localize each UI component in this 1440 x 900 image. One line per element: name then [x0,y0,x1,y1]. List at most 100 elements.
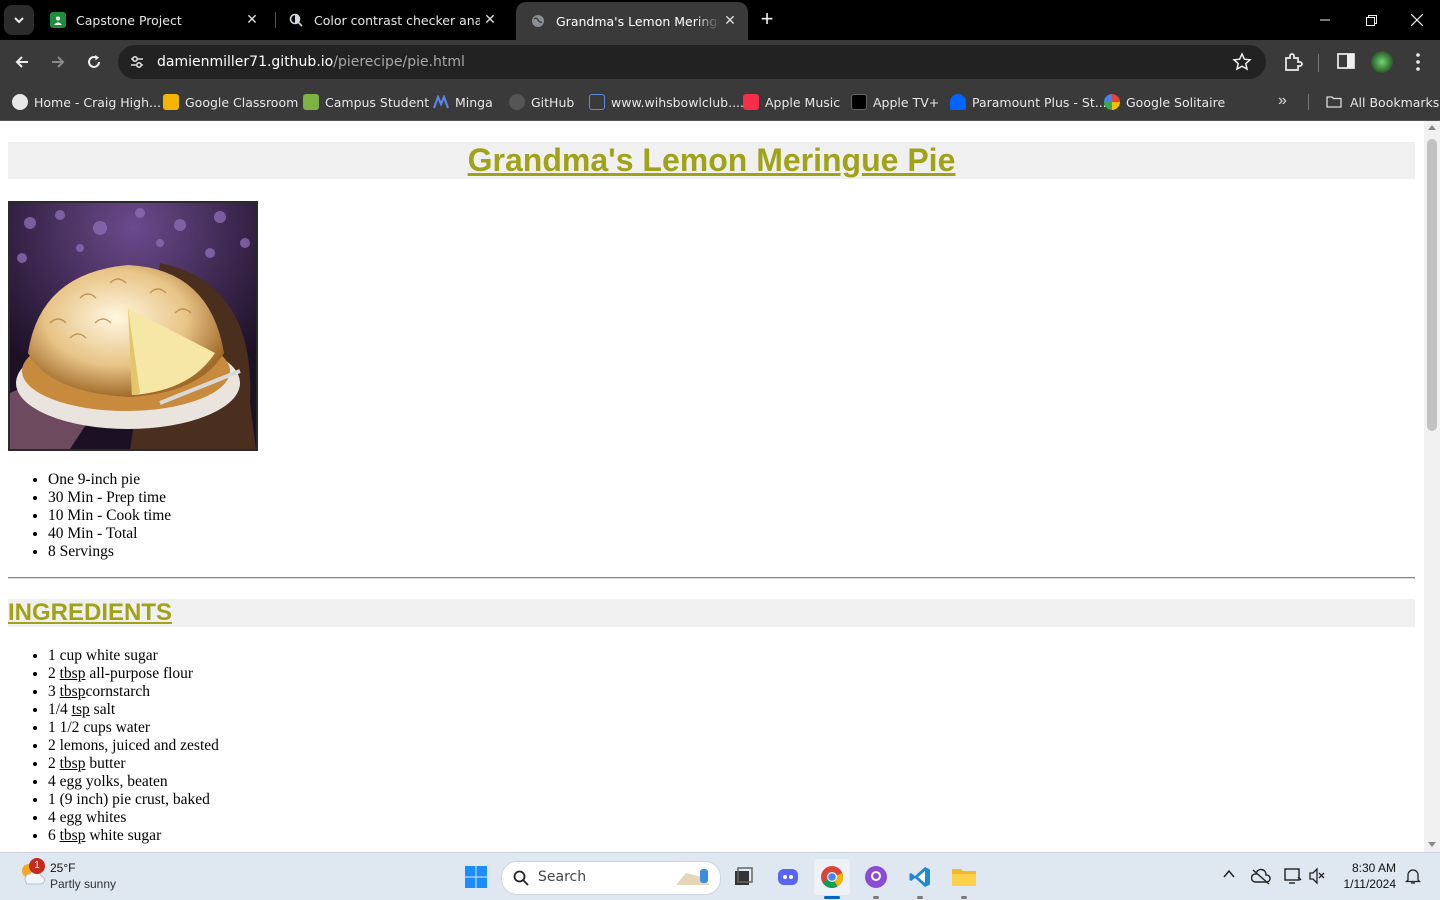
bookmark-label: Paramount Plus - St... [972,94,1107,110]
list-item: 1 (9 inch) pie crust, baked [48,791,219,809]
scroll-down-icon[interactable] [1428,842,1436,847]
volume-muted-icon[interactable] [1308,867,1326,885]
menu-kebab-icon[interactable] [1408,51,1428,73]
ingredient-text: cup white sugar [59,647,158,664]
taskbar-search[interactable]: Search [501,861,721,895]
taskbar-chrome[interactable] [814,859,850,899]
task-view-button[interactable] [725,859,761,895]
bookmark-google-solitaire[interactable]: Google Solitaire [1104,92,1225,112]
weather-temp: 25°F [50,861,76,875]
list-item: 2 tbsp all-purpose flour [48,665,219,683]
contrast-checker-icon [288,12,304,28]
bookmark-label: Minga [455,94,493,110]
ingredients-list: 1 cup white sugar 2 tbsp all-purpose flo… [8,647,219,845]
list-item: 8 Servings [48,543,171,561]
ingredients-banner: INGREDIENTS [8,599,1415,627]
taskbar-vscode[interactable] [902,859,938,899]
bookmark-label: Google Classroom [185,94,299,110]
url-path: /pierecipe/pie.html [333,54,465,70]
tab-lemon-meringue-pie[interactable]: Grandma's Lemon Meringue Pie ✕ [516,2,748,40]
restore-icon [1365,14,1377,26]
taskbar-file-explorer[interactable] [946,859,982,899]
reload-icon [88,55,100,68]
bookmark-label: Campus Student [325,94,430,110]
running-indicator [917,896,923,899]
back-button[interactable] [9,49,35,75]
ingredient-text: salt [93,701,116,718]
list-item: 4 egg yolks, beaten [48,773,219,791]
ingredients-heading: INGREDIENTS [8,599,173,626]
close-window-button[interactable] [1394,0,1440,40]
tab-strip: Capstone Project ✕ Color contrast checke… [0,0,1440,40]
scroll-up-icon[interactable] [1428,125,1436,130]
ingredient-qty: 4 [48,773,56,790]
lemon-meringue-pie-image [8,201,258,451]
bookmark-paramount-plus[interactable]: Paramount Plus - St... [950,92,1107,112]
restore-button[interactable] [1348,0,1394,40]
bookmark-minga[interactable]: Minga [433,92,493,112]
classroom-icon [163,94,179,110]
bookmark-apple-tv[interactable]: Apple TV+ [851,92,939,112]
network-icon[interactable] [1284,867,1302,885]
forward-button[interactable] [45,49,71,75]
ingredient-text: all-purpose flour [89,665,194,682]
all-bookmarks-button[interactable]: All Bookmarks [1326,92,1439,112]
windows-icon [465,866,487,888]
bookmark-label: www.wihsbowlclub.... [611,94,745,110]
close-icon[interactable]: ✕ [242,10,262,30]
system-clock[interactable]: 8:30 AM 1/11/2024 [1336,860,1397,892]
chevron-up-icon[interactable] [1222,867,1236,881]
ingredient-unit: tbsp [59,827,86,844]
search-icon [513,870,529,886]
tab-color-contrast[interactable]: Color contrast checker analyzer ✕ [274,4,508,36]
chevron-down-icon [14,17,24,24]
close-icon[interactable]: ✕ [720,11,740,31]
reload-button[interactable] [81,49,107,75]
browser-toolbar: damienmiller71.github.io/pierecipe/pie.h… [0,40,1440,84]
ingredient-qty: 6 [48,827,56,844]
clock-time: 8:30 AM [1351,861,1396,875]
notification-bell-icon[interactable] [1405,867,1421,885]
ingredient-qty: 2 [48,755,56,772]
more-bookmarks-icon[interactable]: » [1278,92,1287,110]
running-indicator [961,896,967,899]
minimize-icon [1320,19,1330,21]
minimize-button[interactable] [1302,0,1348,40]
ingredient-text: (9 inch) pie crust, baked [59,791,210,808]
ingredient-text: white sugar [89,827,162,844]
weather-desc: Partly sunny [50,877,117,891]
list-item: 1 1/2 cups water [48,719,219,737]
list-item: One 9-inch pie [48,471,171,489]
bookmark-label: Apple TV+ [873,94,940,110]
bookmark-campus-student[interactable]: Campus Student [303,92,429,112]
scrollbar-thumb[interactable] [1427,139,1437,431]
start-button[interactable] [458,859,494,895]
ingredient-unit: tsp [71,701,90,718]
tab-search-button[interactable] [4,5,34,35]
address-bar[interactable]: damienmiller71.github.io/pierecipe/pie.h… [118,45,1266,79]
folder-icon [952,869,976,886]
onedrive-offline-icon[interactable] [1251,868,1271,886]
new-tab-button[interactable]: + [757,8,777,30]
taskbar-discord[interactable] [770,859,806,895]
github-icon [509,94,525,110]
side-panel-icon[interactable] [1336,51,1356,71]
taskbar-github-desktop[interactable] [858,859,894,899]
bookmark-home-craig-high[interactable]: Home - Craig High... [12,92,161,112]
bookmark-apple-music[interactable]: Apple Music [743,92,840,112]
bookmark-wihsbowlclub[interactable]: www.wihsbowlclub.... [589,92,744,112]
title-banner: Grandma's Lemon Meringue Pie [8,142,1415,179]
vscode-icon [909,867,930,887]
ingredient-qty: 3 [48,683,56,700]
bookmark-star-icon[interactable] [1232,52,1252,72]
tab-title: Capstone Project [76,12,182,28]
page-scrollbar[interactable] [1424,121,1440,852]
tab-capstone-project[interactable]: Capstone Project ✕ [36,4,270,36]
extensions-icon[interactable] [1282,51,1304,73]
close-icon[interactable]: ✕ [480,10,500,30]
profile-avatar[interactable] [1371,51,1393,73]
list-item: 6 tbsp white sugar [48,827,219,845]
site-settings-icon[interactable] [128,53,146,71]
bookmark-github[interactable]: GitHub [509,92,574,112]
bookmark-google-classroom[interactable]: Google Classroom [163,92,298,112]
